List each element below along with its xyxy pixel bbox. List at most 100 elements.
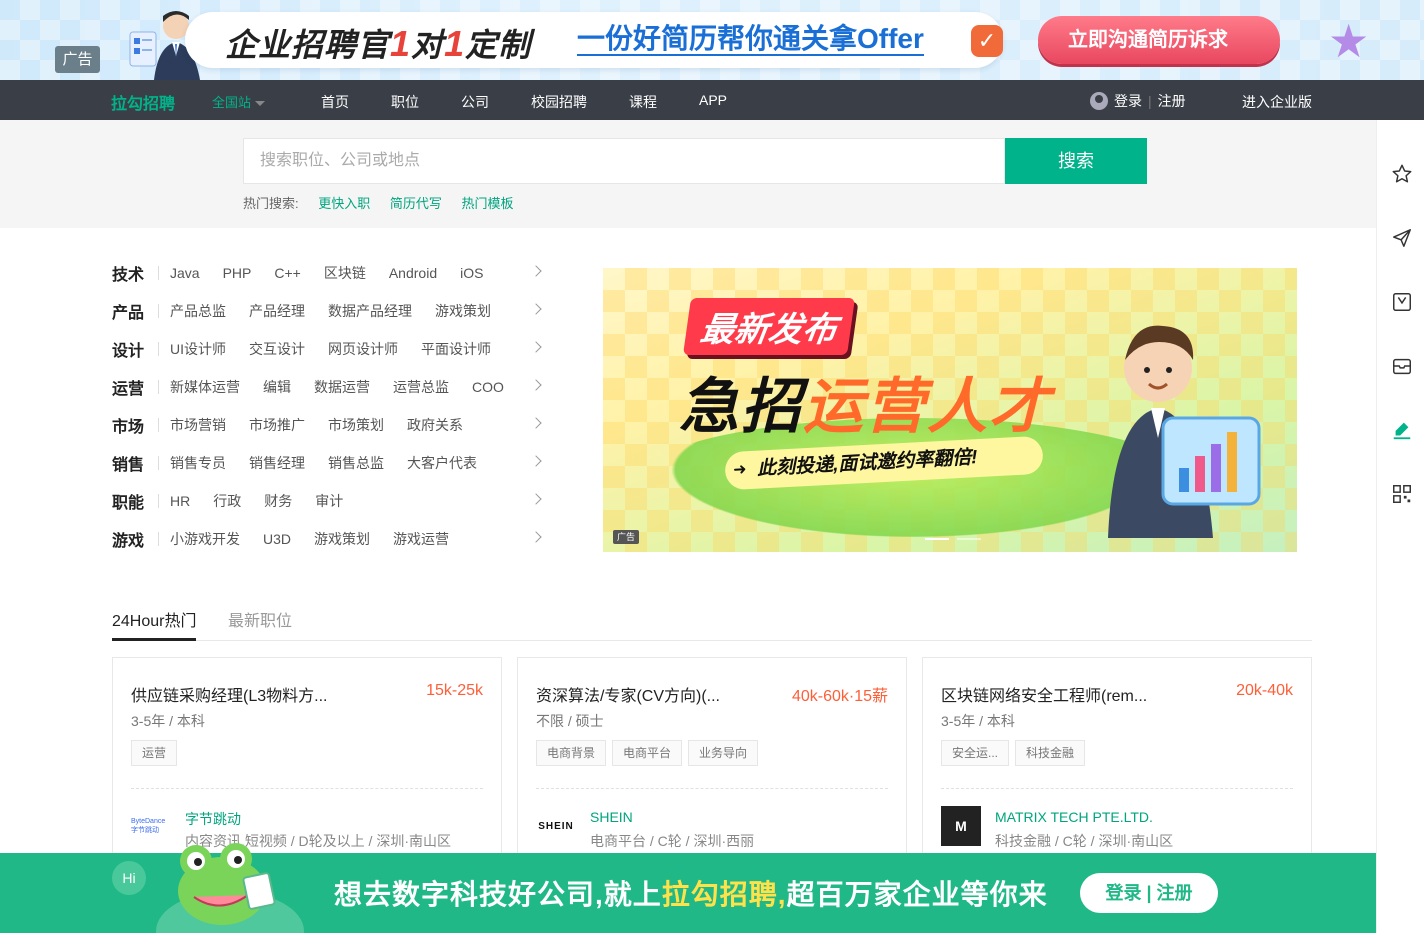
chevron-right-icon[interactable] [530,379,542,391]
category-item[interactable]: C++ [274,265,300,281]
company-name[interactable]: SHEIN [590,809,633,825]
hero-tag: 最新发布 [682,298,856,355]
site-logo[interactable]: 拉勾招聘 [111,90,175,114]
category-item[interactable]: U3D [263,531,291,547]
company-logo[interactable]: SHEIN [536,806,576,846]
chevron-right-icon[interactable] [530,417,542,429]
city-selector[interactable]: 全国站 [212,92,266,111]
category-item[interactable]: 交互设计 [249,341,305,357]
hero-banner[interactable]: 最新发布 急招运营人才 此刻投递,面试邀约率翻倍! 广告 [603,268,1297,552]
job-tag: 电商平台 [612,740,683,766]
category-item[interactable]: 财务 [264,493,292,509]
category-row-design[interactable]: 设计 UI设计师 交互设计 网页设计师 平面设计师 [112,330,552,368]
hi-badge[interactable]: Hi [112,861,146,895]
category-item[interactable]: PHP [223,265,252,281]
tab-24hour-hot[interactable]: 24Hour热门 [112,607,196,631]
job-card[interactable]: 资深算法/专家(CV方向)(... 40k-60k·15薪 不限 / 硕士 电商… [517,657,907,877]
category-row-operations[interactable]: 运营 新媒体运营 编辑 数据运营 运营总监 COO [112,368,552,406]
category-item[interactable]: 行政 [213,493,241,509]
category-item[interactable]: 产品总监 [170,303,226,319]
category-item[interactable]: 审计 [315,493,343,509]
tab-latest-jobs[interactable]: 最新职位 [228,607,292,631]
search-button[interactable]: 搜索 [1005,138,1147,184]
category-row-tech[interactable]: 技术 Java PHP C++ 区块链 Android iOS [112,254,552,292]
category-item[interactable]: Android [389,265,437,281]
divider [158,266,159,280]
edit-icon[interactable] [1391,419,1413,441]
category-row-sales[interactable]: 销售 销售专员 销售经理 销售总监 大客户代表 [112,444,552,482]
category-item[interactable]: UI设计师 [170,341,226,357]
company-name[interactable]: 字节跳动 [185,809,241,829]
enterprise-link[interactable]: 进入企业版 [1242,92,1312,112]
category-row-functions[interactable]: 职能 HR 行政 财务 审计 [112,482,552,520]
nav-item-campus[interactable]: 校园招聘 [531,92,587,112]
job-title[interactable]: 区块链网络安全工程师(rem... [941,682,1147,706]
category-item[interactable]: 市场推广 [249,417,305,433]
login-link[interactable]: 登录 [1114,91,1142,111]
hot-search-item[interactable]: 简历代写 [390,196,442,211]
category-item[interactable]: 产品经理 [249,303,305,319]
nav-item-app[interactable]: APP [699,92,727,108]
category-item[interactable]: 游戏策划 [314,531,370,547]
chevron-right-icon[interactable] [530,455,542,467]
category-item[interactable]: 网页设计师 [328,341,398,357]
nav-item-jobs[interactable]: 职位 [391,92,419,112]
job-title[interactable]: 供应链采购经理(L3物料方... [131,682,327,706]
job-tag: 电商背景 [536,740,607,766]
category-item[interactable]: 新媒体运营 [170,379,240,395]
category-row-games[interactable]: 游戏 小游戏开发 U3D 游戏策划 游戏运营 [112,520,552,558]
category-item[interactable]: 运营总监 [393,379,449,395]
chevron-right-icon[interactable] [530,531,542,543]
category-item[interactable]: 政府关系 [407,417,463,433]
category-item[interactable]: 大客户代表 [407,455,477,471]
category-item[interactable]: 游戏策划 [435,303,491,319]
category-item[interactable]: 数据运营 [314,379,370,395]
hot-search-label: 热门搜索: [243,196,299,211]
category-item[interactable]: 平面设计师 [421,341,491,357]
category-row-marketing[interactable]: 市场 市场营销 市场推广 市场策划 政府关系 [112,406,552,444]
register-link[interactable]: 注册 [1158,91,1186,111]
search-input[interactable] [244,139,1004,183]
job-card[interactable]: 区块链网络安全工程师(rem... 20k-40k 3-5年 / 本科 安全运.… [922,657,1312,877]
category-item[interactable]: 游戏运营 [393,531,449,547]
category-item[interactable]: Java [170,265,200,281]
category-item[interactable]: 销售经理 [249,455,305,471]
ad-cta-button[interactable]: 立即沟通简历诉求 [1038,16,1280,64]
category-item[interactable]: HR [170,493,190,509]
inbox-icon[interactable] [1391,355,1413,377]
category-item[interactable]: 小游戏开发 [170,531,240,547]
category-item[interactable]: COO [472,379,504,395]
category-item[interactable]: 市场营销 [170,417,226,433]
carousel-dot[interactable] [957,538,981,540]
chevron-right-icon[interactable] [530,493,542,505]
login-register-button[interactable]: 登录 | 注册 [1080,873,1218,913]
hot-search-item[interactable]: 更快入职 [318,196,370,211]
divider [158,494,159,508]
job-tag: 运营 [131,740,178,766]
chevron-right-icon[interactable] [530,341,542,353]
send-icon[interactable] [1391,227,1413,249]
qrcode-icon[interactable] [1391,483,1413,505]
company-name[interactable]: MATRIX TECH PTE.LTD. [995,809,1153,825]
chevron-right-icon[interactable] [530,303,542,315]
carousel-dot[interactable] [925,538,949,540]
star-icon[interactable] [1391,163,1413,185]
hot-search-item[interactable]: 热门模板 [462,196,514,211]
company-logo[interactable]: M [941,806,981,846]
nav-item-courses[interactable]: 课程 [629,92,657,112]
category-item[interactable]: 销售总监 [328,455,384,471]
category-item[interactable]: 销售专员 [170,455,226,471]
nav-item-home[interactable]: 首页 [321,92,349,112]
category-item[interactable]: 市场策划 [328,417,384,433]
bookmark-icon[interactable] [1391,291,1413,313]
top-ad-banner[interactable]: 广告 企业招聘官1对1定制 一份好简历帮你通关拿Offer ✓ 立即沟通简历诉求… [0,0,1424,80]
chevron-right-icon[interactable] [530,265,542,277]
category-item[interactable]: 区块链 [324,265,366,281]
category-item[interactable]: iOS [460,265,483,281]
category-item[interactable]: 数据产品经理 [328,303,412,319]
job-title[interactable]: 资深算法/专家(CV方向)(... [536,682,720,706]
carousel-dots [925,538,981,540]
nav-item-companies[interactable]: 公司 [461,92,489,112]
category-item[interactable]: 编辑 [263,379,291,395]
category-row-product[interactable]: 产品 产品总监 产品经理 数据产品经理 游戏策划 [112,292,552,330]
